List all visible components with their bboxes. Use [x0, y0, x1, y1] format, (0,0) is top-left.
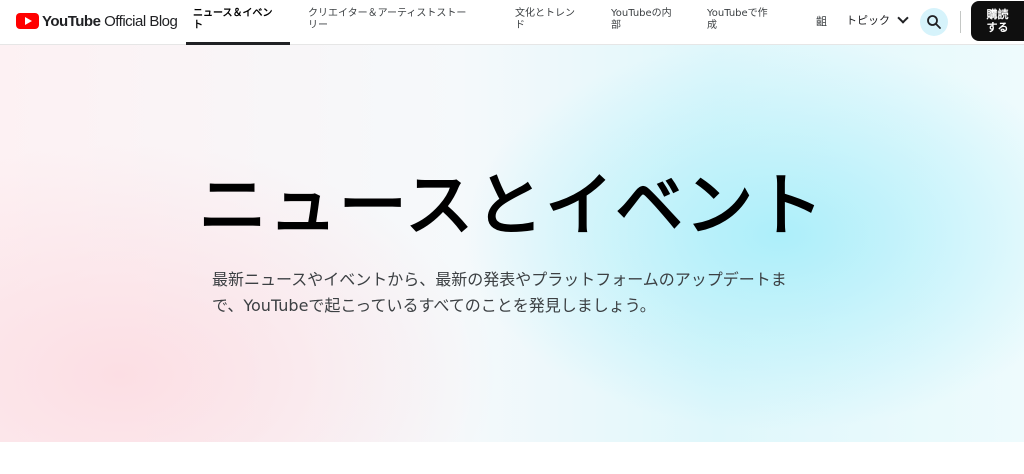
site-header: YouTube Official Blog ニュース＆イベン ト クリエイター＆… [0, 0, 1024, 45]
topics-dropdown[interactable]: トピック [846, 12, 909, 28]
subscribe-button[interactable]: 購読 する [971, 1, 1024, 41]
nav-inside-youtube[interactable]: YouTubeの内 部 [611, 8, 686, 32]
nav-made-on-youtube[interactable]: YouTubeで作 成 [707, 8, 787, 32]
logo-suffix: Official Blog [100, 12, 178, 30]
logo-brand: YouTube [42, 12, 101, 30]
page-title: ニュースとイベント [198, 167, 826, 246]
search-button[interactable] [920, 8, 948, 36]
subscribe-label: 購読 する [986, 8, 1009, 34]
nav-creator-artist-stories[interactable]: クリエイター＆アーティストストー リー [308, 8, 488, 32]
nav-news-events[interactable]: ニュース＆イベン ト [193, 8, 288, 32]
page-description: 最新ニュースやイベントから、最新の発表やプラットフォームのアップデートまで、Yo… [212, 270, 787, 315]
youtube-blog-logo[interactable]: YouTube Official Blog [16, 9, 178, 33]
youtube-play-icon [16, 13, 39, 29]
language-selector[interactable]: 齟 [816, 13, 827, 29]
chevron-down-icon [897, 12, 909, 24]
nav-culture-trends[interactable]: 文化とトレン ド [515, 8, 595, 32]
search-icon [927, 15, 941, 29]
hero-section: ニュースとイベント 最新ニュースやイベントから、最新の発表やプラットフォームのア… [0, 45, 1024, 442]
header-divider [960, 11, 961, 33]
topics-label: トピック [846, 14, 890, 27]
content-start [0, 442, 1024, 474]
